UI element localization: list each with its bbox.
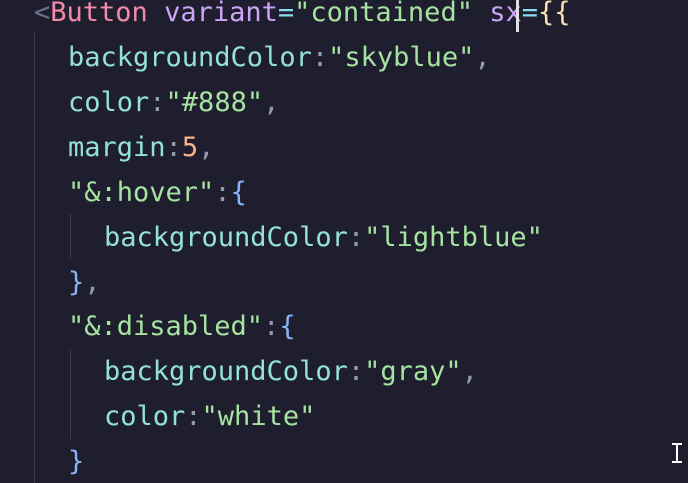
- code-line-7[interactable]: },: [68, 260, 101, 305]
- code-line-1[interactable]: <Button variant="contained" sx={{: [34, 0, 571, 35]
- code-token-str: "skyblue": [328, 42, 475, 73]
- code-token-attr: variant: [164, 0, 278, 28]
- indent-guide-disabled: [70, 349, 71, 439]
- text-caret: [516, 0, 519, 32]
- code-line-2[interactable]: backgroundColor:"skyblue",: [68, 35, 491, 80]
- code-token-prop: color: [68, 87, 150, 118]
- code-token-paren: }: [68, 267, 85, 298]
- code-token-punct: ,: [198, 132, 215, 163]
- code-token-str: "contained": [294, 0, 473, 28]
- code-line-5[interactable]: "&:hover":{: [68, 170, 247, 215]
- code-line-6[interactable]: backgroundColor:"lightblue": [104, 215, 543, 260]
- code-token-punct: :: [263, 311, 280, 342]
- code-line-8[interactable]: "&:disabled":{: [68, 304, 296, 349]
- code-token-num: 5: [181, 132, 199, 163]
- code-token-str: "lightblue": [364, 222, 543, 253]
- code-token-tag: Button: [50, 0, 148, 28]
- code-token-brace: {{: [538, 0, 571, 28]
- code-token-prop: backgroundColor: [104, 222, 348, 253]
- code-token-prop: backgroundColor: [104, 356, 348, 387]
- code-token-punct: :: [214, 177, 231, 208]
- code-token-paren: {: [230, 177, 247, 208]
- indent-guide-outer: [34, 32, 35, 483]
- code-token-paren: }: [68, 446, 85, 477]
- code-token-str: "white": [201, 401, 316, 432]
- code-line-11[interactable]: }: [68, 439, 84, 483]
- code-token-punct: :: [165, 132, 182, 163]
- code-token-punct: [473, 0, 489, 28]
- code-line-3[interactable]: color:"#888",: [68, 80, 279, 125]
- indent-guide-hover: [70, 214, 71, 259]
- code-token-punct: :: [185, 401, 202, 432]
- code-token-paren: {: [279, 311, 296, 342]
- code-token-str: "gray": [364, 356, 462, 387]
- code-token-tag-punct: <: [34, 0, 51, 28]
- code-token-punct: ,: [84, 267, 101, 298]
- code-line-4[interactable]: margin:5,: [68, 125, 214, 170]
- code-token-punct: :: [347, 222, 365, 253]
- code-token-str: "&:disabled": [68, 311, 264, 342]
- code-line-10[interactable]: color:"white": [104, 394, 315, 439]
- code-token-punct: :: [347, 356, 365, 387]
- code-line-9[interactable]: backgroundColor:"gray",: [104, 349, 478, 394]
- code-token-prop: color: [104, 401, 186, 432]
- code-token-prop: backgroundColor: [68, 42, 312, 73]
- code-token-punct: [148, 0, 164, 28]
- code-editor[interactable]: <Button variant="contained" sx={{backgro…: [0, 0, 688, 483]
- code-token-str: "#888": [165, 87, 264, 118]
- code-token-punct: ,: [461, 356, 478, 387]
- code-token-punct: :: [149, 87, 166, 118]
- code-token-punct: ,: [474, 42, 491, 73]
- ibeam-cursor-icon: [672, 443, 682, 463]
- code-token-prop: margin: [68, 132, 166, 163]
- code-token-op: =: [521, 0, 538, 28]
- code-token-op: =: [277, 0, 295, 28]
- code-token-punct: :: [311, 42, 329, 73]
- code-token-str: "&:hover": [68, 177, 215, 208]
- code-token-punct: ,: [263, 87, 280, 118]
